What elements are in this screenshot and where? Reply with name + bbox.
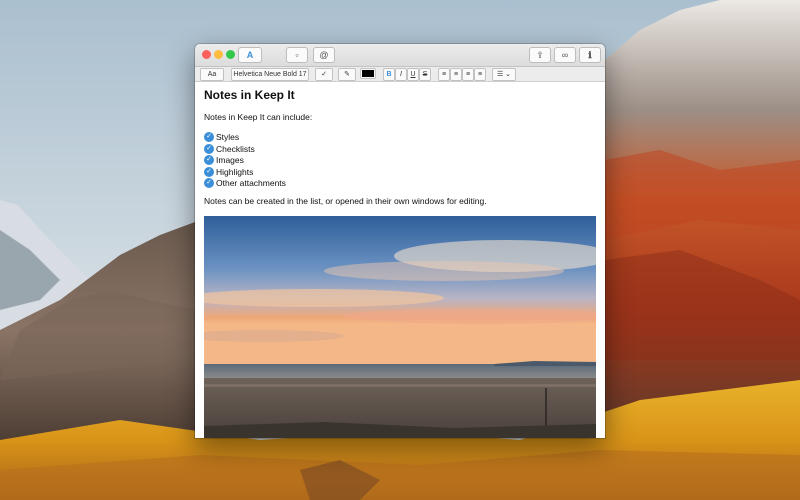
text-color-well[interactable] bbox=[360, 68, 376, 79]
align-center-icon[interactable]: ≡ bbox=[450, 68, 462, 81]
note-title: Notes in Keep It bbox=[204, 88, 295, 102]
align-justify-icon[interactable]: ≡ bbox=[474, 68, 486, 81]
attachment-icon[interactable]: ▫ bbox=[286, 47, 308, 63]
note-window: A ▫ @ ⇪ ∞ ℹ Aa Helvetica Neue Bold 17 ✓ … bbox=[195, 44, 605, 438]
align-right-icon[interactable]: ≡ bbox=[462, 68, 474, 81]
checkmark-icon[interactable]: ✓ bbox=[315, 68, 333, 81]
text-color-swatch bbox=[362, 70, 374, 77]
list-menu-icon[interactable]: ☰ ⌄ bbox=[492, 68, 516, 81]
checked-circle-icon[interactable]: ✓ bbox=[204, 143, 214, 154]
checked-circle-icon[interactable]: ✓ bbox=[204, 132, 214, 142]
zoom-button[interactable] bbox=[226, 50, 235, 59]
bold-button[interactable]: B bbox=[383, 68, 395, 81]
checked-circle-icon[interactable]: ✓ bbox=[204, 155, 214, 165]
checked-circle-icon[interactable]: ✓ bbox=[204, 166, 214, 177]
format-text-icon[interactable]: A bbox=[238, 47, 262, 63]
note-intro: Notes in Keep It can include: bbox=[204, 112, 313, 122]
share-icon[interactable]: ⇪ bbox=[529, 47, 551, 63]
underline-button[interactable]: U bbox=[407, 68, 419, 81]
mention-icon[interactable]: @ bbox=[313, 47, 335, 63]
checked-circle-icon[interactable]: ✓ bbox=[204, 178, 214, 188]
strikethrough-button[interactable]: S bbox=[419, 68, 431, 81]
link-icon[interactable]: ∞ bbox=[554, 47, 576, 63]
note-footer-text: Notes can be created in the list, or ope… bbox=[204, 196, 487, 206]
highlight-pen-icon[interactable]: ✎ bbox=[338, 68, 356, 81]
format-bar: Aa Helvetica Neue Bold 17 ✓ ✎ B I U S ≡ … bbox=[195, 67, 605, 82]
note-image[interactable] bbox=[204, 216, 596, 438]
style-menu[interactable]: Aa bbox=[200, 68, 224, 81]
info-icon[interactable]: ℹ bbox=[579, 47, 601, 63]
align-left-icon[interactable]: ≡ bbox=[438, 68, 450, 81]
window-titlebar[interactable]: A ▫ @ ⇪ ∞ ℹ bbox=[195, 44, 605, 67]
italic-button[interactable]: I bbox=[395, 68, 407, 81]
font-menu[interactable]: Helvetica Neue Bold 17 bbox=[231, 68, 309, 81]
close-button[interactable] bbox=[202, 50, 211, 59]
minimize-button[interactable] bbox=[214, 50, 223, 59]
